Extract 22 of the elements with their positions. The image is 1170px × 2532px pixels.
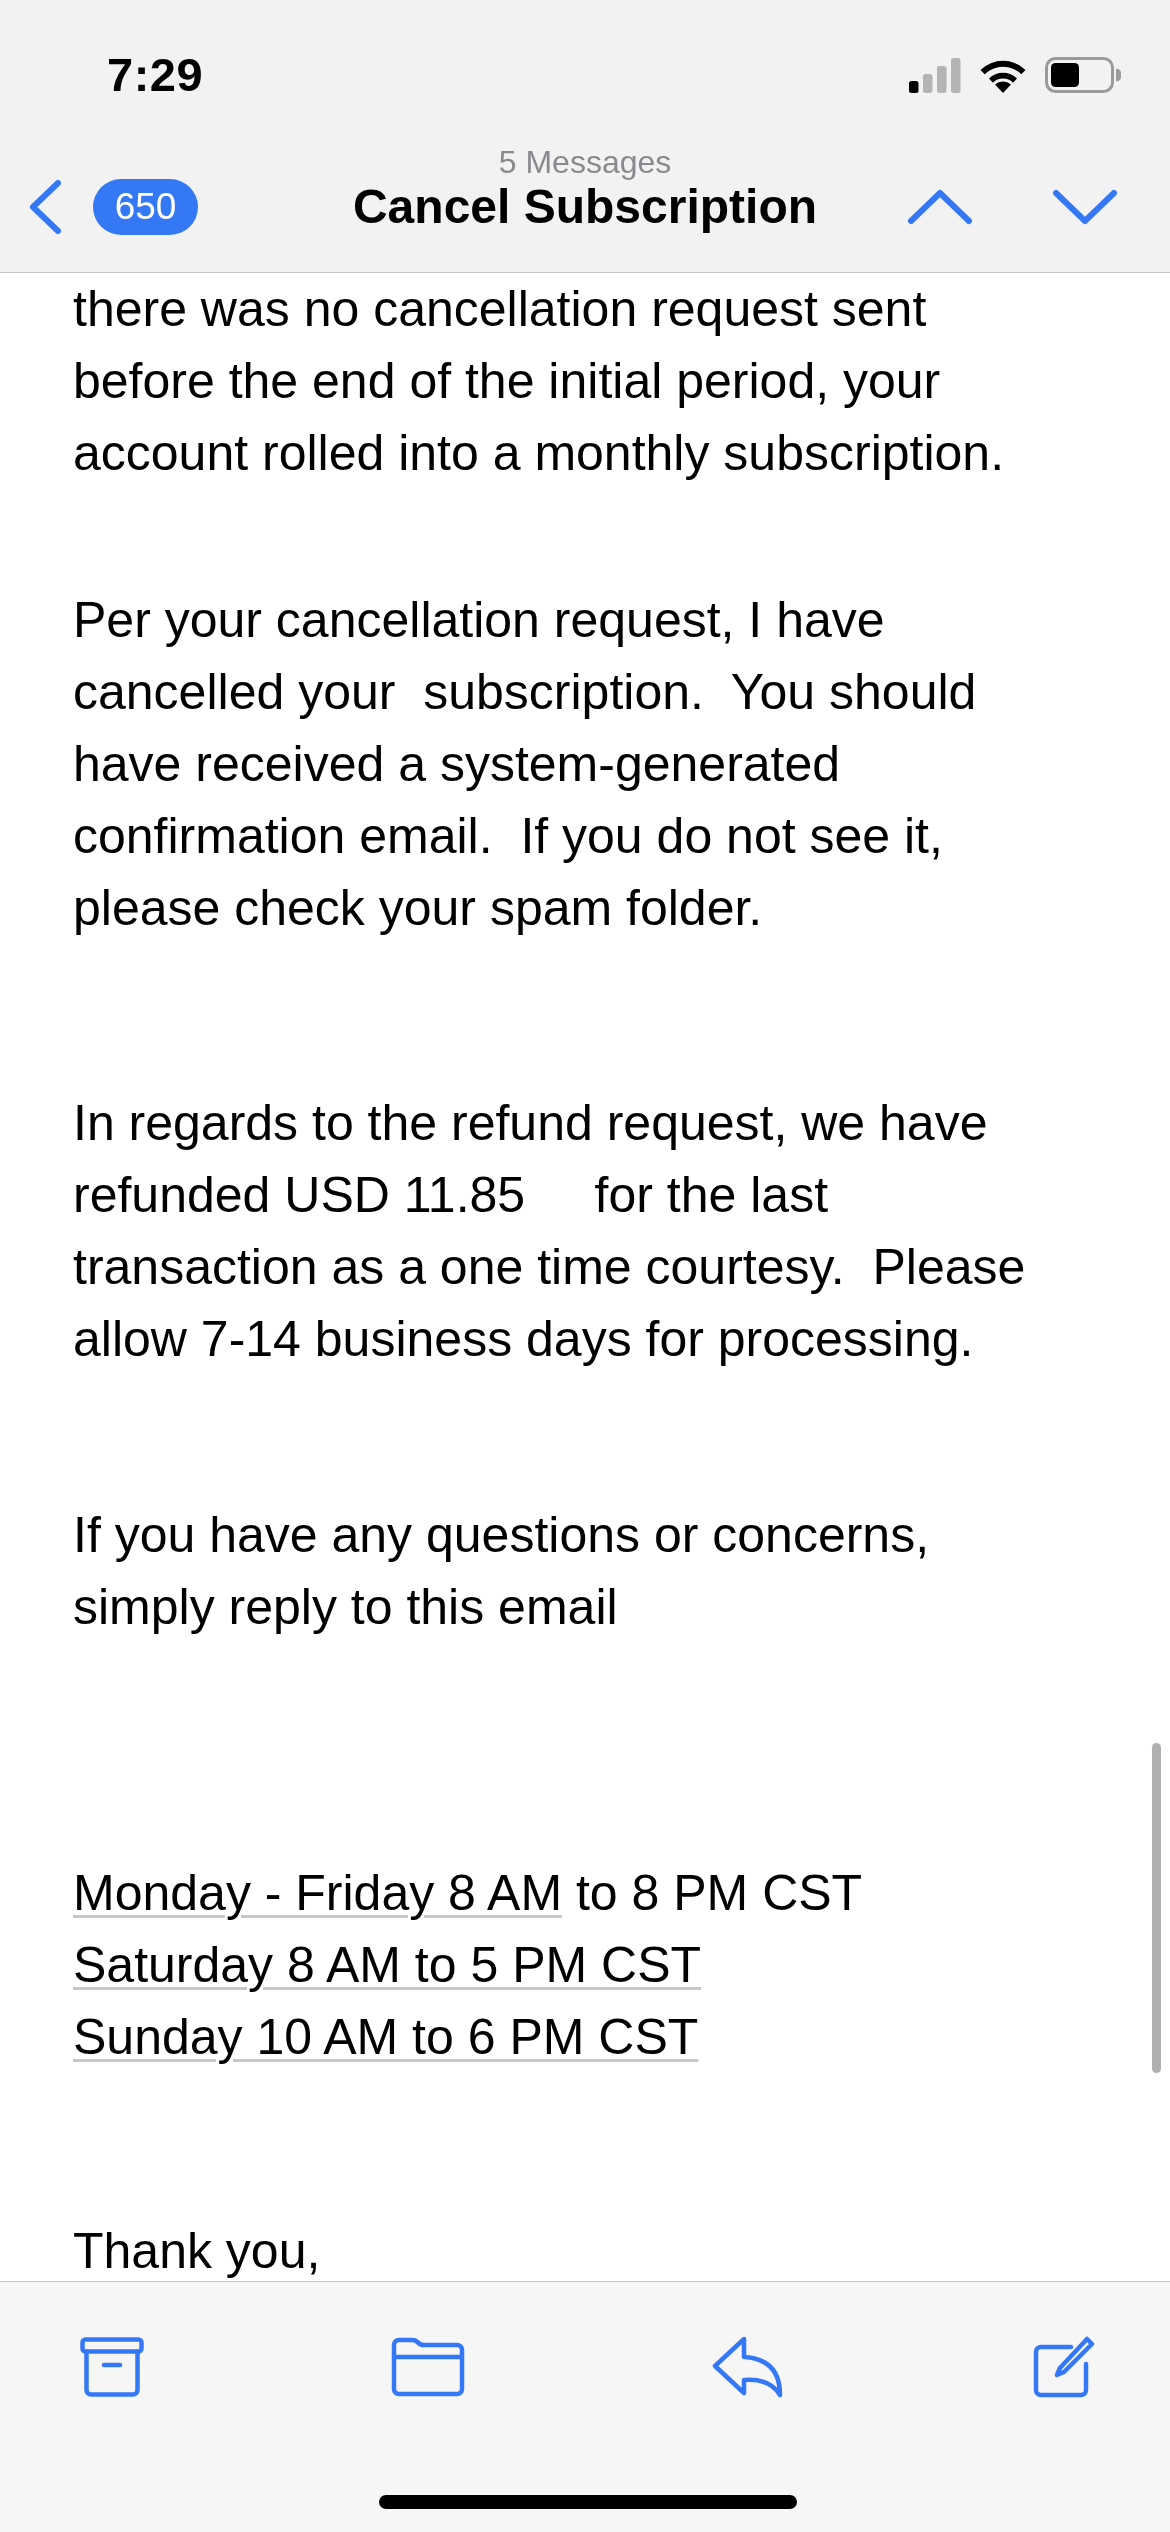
reply-icon[interactable] (712, 2336, 784, 2398)
chevron-down-icon[interactable] (1052, 189, 1118, 225)
body-paragraph: Per your cancellation request, I have cancelled your subscription. You should have received a system-generated confirmation email. If you do not see it, please check your spam folder. (73, 591, 978, 938)
chevron-up-icon[interactable] (907, 189, 973, 225)
back-icon[interactable] (28, 179, 62, 235)
folder-icon[interactable] (391, 2337, 465, 2397)
hours-link[interactable]: Sunday 10 AM to 6 PM CST (73, 2009, 699, 2065)
closing-text: Thank you, (73, 2222, 322, 2281)
hours-link[interactable]: Saturday 8 AM to 5 PM CST (73, 1937, 702, 1993)
hours-link[interactable]: Monday - Friday 8 AM (73, 1865, 563, 1921)
body-paragraph: there was no cancellation request sent before the end of the initial period, your account rolled into a monthly subscription. (73, 280, 1006, 483)
hours-text: Monday - Friday 8 AM to 8 PM CST (73, 1864, 864, 1923)
unread-count-badge[interactable]: 650 (93, 179, 198, 235)
pencil-square-icon[interactable] (1031, 2334, 1097, 2400)
message-count: 5 Messages (498, 145, 672, 179)
cellular-signal-icon (909, 57, 961, 93)
body-paragraph: In regards to the refund request, we have refunded USD 11.85 for the last transaction as a one time courtesy. Please allow 7-14 business days for processing. (73, 1094, 1027, 1369)
body-paragraph: If you have any questions or concerns, simply reply to this email (73, 1506, 931, 1637)
archive-icon[interactable] (80, 2337, 144, 2397)
status-time: 7:29 (107, 47, 204, 103)
battery-icon (1045, 57, 1121, 93)
thread-title: Cancel Subscription (352, 180, 818, 235)
